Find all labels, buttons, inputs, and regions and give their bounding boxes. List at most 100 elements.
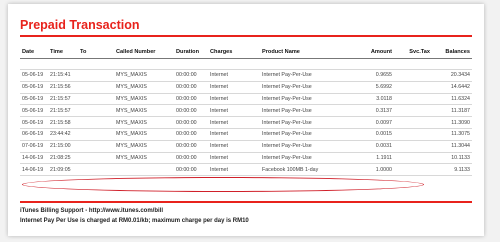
cell-charges: Internet xyxy=(208,104,260,118)
footer-billing-support: iTunes Billing Support - http://www.itun… xyxy=(20,208,163,214)
header-charges: Charges xyxy=(208,46,260,59)
cell-to xyxy=(78,93,114,106)
header-balances: Balances xyxy=(432,46,472,59)
cell-duration: 00:00:00 xyxy=(174,69,208,82)
cell-time: 21:15:57 xyxy=(48,104,78,118)
cell-charges: Internet xyxy=(208,116,260,129)
cell-product-name: Internet Pay-Per-Use xyxy=(260,104,362,118)
cell-to xyxy=(78,163,114,177)
cell-svc-tax xyxy=(394,81,432,94)
cell-svc-tax xyxy=(394,116,432,129)
cell-duration: 00:00:00 xyxy=(174,152,208,165)
header-called-number: Called Number xyxy=(114,46,174,59)
cell-to xyxy=(78,116,114,129)
cell-time: 21:09:05 xyxy=(48,163,78,177)
cell-balance: 11.3075 xyxy=(432,128,472,141)
cell-charges: Internet xyxy=(208,69,260,82)
header-svc-tax: Svc.Tax xyxy=(394,46,432,59)
cell-time: 21:15:56 xyxy=(48,81,78,94)
cell-amount: 0.0015 xyxy=(362,128,394,141)
cell-charges: Internet xyxy=(208,140,260,153)
cell-svc-tax xyxy=(394,93,432,106)
cell-date: 05-06-19 xyxy=(20,93,48,106)
cell-svc-tax xyxy=(394,69,432,82)
cell-time: 21:08:25 xyxy=(48,152,78,165)
cell-balance: 11.3044 xyxy=(432,140,472,153)
cell-called-number: MYS_MAXIS xyxy=(114,152,174,165)
header-date: Date xyxy=(20,46,48,59)
table-spacer-row xyxy=(20,58,472,70)
table-header-row: Date Time To Called Number Duration Char… xyxy=(20,46,472,59)
cell-charges: Internet xyxy=(208,81,260,94)
cell-product-name: Internet Pay-Per-Use xyxy=(260,69,362,82)
cell-date: 05-06-19 xyxy=(20,81,48,94)
cell-to xyxy=(78,128,114,141)
table-row: 05-06-19 21:15:41 MYS_MAXIS 00:00:00 Interne… xyxy=(20,69,472,82)
highlight-ellipse xyxy=(22,177,424,192)
cell-to xyxy=(78,104,114,118)
title-divider xyxy=(20,35,472,37)
cell-charges: Internet xyxy=(208,163,260,177)
cell-charges: Internet xyxy=(208,128,260,141)
cell-amount: 5.6992 xyxy=(362,81,394,94)
cell-amount: 3.0118 xyxy=(362,93,394,106)
header-amount: Amount xyxy=(362,46,394,59)
table-body: 05-06-19 21:15:41 MYS_MAXIS 00:00:00 Interne… xyxy=(20,58,472,177)
footer-charge-note: Internet Pay Per Use is charged at RM0.0… xyxy=(20,218,249,224)
cell-called-number: MYS_MAXIS xyxy=(114,81,174,94)
cell-called-number: MYS_MAXIS xyxy=(114,140,174,153)
cell-called-number xyxy=(114,163,174,177)
cell-amount: 0.0031 xyxy=(362,140,394,153)
cell-amount: 0.0097 xyxy=(362,116,394,129)
table-row: 06-06-19 23:44:42 MYS_MAXIS 00:00:00 Interne… xyxy=(20,128,472,141)
cell-date: 05-06-19 xyxy=(20,116,48,129)
cell-product-name: Internet Pay-Per-Use xyxy=(260,152,362,165)
cell-amount: 0.9655 xyxy=(362,69,394,82)
cell-called-number: MYS_MAXIS xyxy=(114,116,174,129)
cell-date: 05-06-19 xyxy=(20,69,48,82)
cell-amount: 1.0000 xyxy=(362,163,394,177)
cell-time: 21:15:00 xyxy=(48,140,78,153)
cell-balance: 14.6442 xyxy=(432,81,472,94)
cell-product-name: Internet Pay-Per-Use xyxy=(260,116,362,129)
cell-to xyxy=(78,81,114,94)
cell-svc-tax xyxy=(394,140,432,153)
table-row: 05-06-19 21:15:57 MYS_MAXIS 00:00:00 Interne… xyxy=(20,104,472,118)
cell-balance: 11.3090 xyxy=(432,116,472,129)
cell-svc-tax xyxy=(394,163,432,177)
cell-svc-tax xyxy=(394,152,432,165)
cell-to xyxy=(78,140,114,153)
cell-date: 05-06-19 xyxy=(20,104,48,118)
cell-duration: 00:00:00 xyxy=(174,128,208,141)
cell-charges: Internet xyxy=(208,93,260,106)
cell-charges: Internet xyxy=(208,152,260,165)
cell-to xyxy=(78,69,114,82)
cell-duration: 00:00:00 xyxy=(174,81,208,94)
header-duration: Duration xyxy=(174,46,208,59)
table-row: 14-06-19 21:09:05 00:00:00 Internet Facebook… xyxy=(20,163,472,177)
cell-called-number: MYS_MAXIS xyxy=(114,69,174,82)
cell-duration: 00:00:00 xyxy=(174,104,208,118)
cell-balance: 10.1133 xyxy=(432,152,472,165)
cell-date: 06-06-19 xyxy=(20,128,48,141)
table-row: 05-06-19 21:15:57 MYS_MAXIS 00:00:00 Interne… xyxy=(20,93,472,106)
cell-time: 21:15:41 xyxy=(48,69,78,82)
cell-time: 21:15:57 xyxy=(48,93,78,106)
cell-duration: 00:00:00 xyxy=(174,93,208,106)
statement-page: Prepaid Transaction Date Time To Called … xyxy=(8,4,484,236)
cell-date: 14-06-19 xyxy=(20,152,48,165)
cell-duration: 00:00:00 xyxy=(174,140,208,153)
table-row: 05-06-19 21:15:56 MYS_MAXIS 00:00:00 Interne… xyxy=(20,81,472,94)
cell-product-name: Facebook 100MB 1-day xyxy=(260,163,362,177)
cell-duration: 00:00:00 xyxy=(174,116,208,129)
header-time: Time xyxy=(48,46,78,59)
cell-balance: 11.3187 xyxy=(432,104,472,118)
table-row: 07-06-19 21:15:00 MYS_MAXIS 00:00:00 Interne… xyxy=(20,140,472,153)
table-row: 14-06-19 21:08:25 MYS_MAXIS 00:00:00 Interne… xyxy=(20,152,472,165)
cell-time: 21:15:58 xyxy=(48,116,78,129)
cell-to xyxy=(78,152,114,165)
cell-time: 23:44:42 xyxy=(48,128,78,141)
cell-duration: 00:00:00 xyxy=(174,163,208,177)
cell-balance: 11.6324 xyxy=(432,93,472,106)
table-row: 05-06-19 21:15:58 MYS_MAXIS 00:00:00 Interne… xyxy=(20,116,472,129)
